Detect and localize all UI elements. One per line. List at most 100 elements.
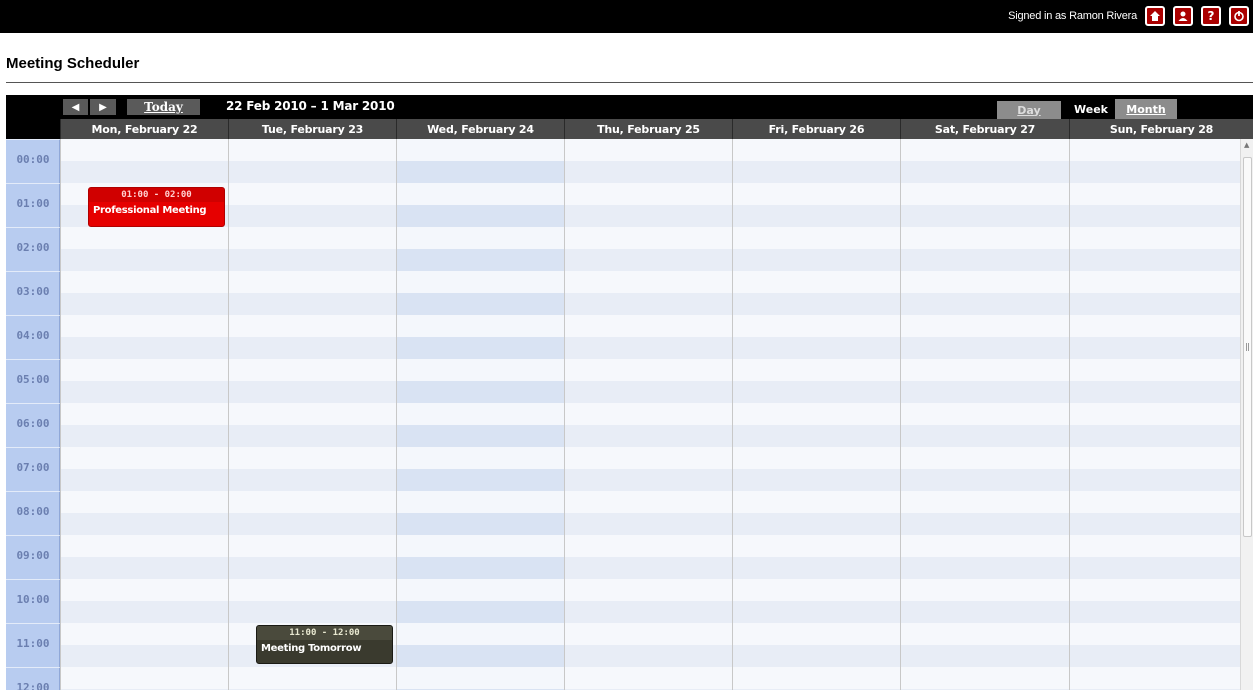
time-slot[interactable] [1070, 623, 1240, 645]
time-slot[interactable] [229, 403, 396, 425]
day-header-mon[interactable]: Mon, February 22 [60, 119, 228, 139]
time-slot[interactable] [733, 271, 900, 293]
time-slot[interactable] [397, 249, 564, 271]
time-slot[interactable] [565, 535, 732, 557]
day-column-wed[interactable] [396, 139, 564, 690]
time-slot[interactable] [397, 315, 564, 337]
time-slot[interactable] [229, 271, 396, 293]
time-slot[interactable] [61, 579, 228, 601]
time-slot[interactable] [61, 491, 228, 513]
time-slot[interactable] [901, 667, 1069, 689]
time-slot[interactable] [901, 535, 1069, 557]
vertical-scrollbar[interactable]: ▲ [1240, 139, 1253, 690]
time-slot[interactable] [1070, 557, 1240, 579]
day-header-sun[interactable]: Sun, February 28 [1069, 119, 1253, 139]
time-slot[interactable] [229, 183, 396, 205]
time-slot[interactable] [397, 557, 564, 579]
time-slot[interactable] [565, 271, 732, 293]
time-slot[interactable] [565, 139, 732, 161]
time-slot[interactable] [229, 337, 396, 359]
time-slot[interactable] [733, 183, 900, 205]
time-slot[interactable] [733, 513, 900, 535]
time-slot[interactable] [901, 337, 1069, 359]
time-slot[interactable] [229, 227, 396, 249]
time-slot[interactable] [229, 601, 396, 623]
time-slot[interactable] [229, 535, 396, 557]
time-slot[interactable] [733, 557, 900, 579]
day-column-thu[interactable] [564, 139, 732, 690]
time-slot[interactable] [397, 205, 564, 227]
day-column-tue[interactable] [228, 139, 396, 690]
time-slot[interactable] [229, 315, 396, 337]
time-slot[interactable] [229, 469, 396, 491]
time-slot[interactable] [61, 337, 228, 359]
user-icon[interactable] [1173, 6, 1193, 26]
time-slot[interactable] [1070, 469, 1240, 491]
time-slot[interactable] [1070, 161, 1240, 183]
time-slot[interactable] [61, 161, 228, 183]
time-slot[interactable] [397, 403, 564, 425]
time-slot[interactable] [1070, 381, 1240, 403]
time-slot[interactable] [1070, 491, 1240, 513]
time-slot[interactable] [565, 293, 732, 315]
time-slot[interactable] [733, 249, 900, 271]
time-slot[interactable] [61, 601, 228, 623]
time-slot[interactable] [565, 315, 732, 337]
time-slot[interactable] [61, 469, 228, 491]
time-slot[interactable] [397, 359, 564, 381]
time-slot[interactable] [397, 139, 564, 161]
time-slot[interactable] [61, 139, 228, 161]
time-slot[interactable] [565, 623, 732, 645]
time-slot[interactable] [901, 645, 1069, 667]
time-slot[interactable] [61, 359, 228, 381]
time-slot[interactable] [901, 271, 1069, 293]
time-slot[interactable] [733, 425, 900, 447]
time-slot[interactable] [229, 513, 396, 535]
time-slot[interactable] [733, 645, 900, 667]
time-slot[interactable] [901, 359, 1069, 381]
time-slot[interactable] [901, 425, 1069, 447]
time-slot[interactable] [61, 403, 228, 425]
time-slot[interactable] [565, 513, 732, 535]
time-slot[interactable] [1070, 183, 1240, 205]
event-meeting-tomorrow[interactable]: 11:00 - 12:00 Meeting Tomorrow [256, 625, 393, 664]
time-slot[interactable] [733, 601, 900, 623]
time-slot[interactable] [733, 667, 900, 689]
time-slot[interactable] [61, 293, 228, 315]
time-slot[interactable] [397, 513, 564, 535]
time-slot[interactable] [733, 579, 900, 601]
time-slot[interactable] [901, 293, 1069, 315]
time-slot[interactable] [229, 293, 396, 315]
time-slot[interactable] [1070, 249, 1240, 271]
time-slot[interactable] [565, 161, 732, 183]
day-header-sat[interactable]: Sat, February 27 [900, 119, 1069, 139]
time-slot[interactable] [229, 447, 396, 469]
time-slot[interactable] [733, 381, 900, 403]
time-slot[interactable] [1070, 205, 1240, 227]
time-slot[interactable] [1070, 535, 1240, 557]
time-slot[interactable] [61, 315, 228, 337]
time-slot[interactable] [229, 557, 396, 579]
time-slot[interactable] [61, 381, 228, 403]
time-slot[interactable] [1070, 227, 1240, 249]
time-slot[interactable] [733, 293, 900, 315]
time-slot[interactable] [61, 271, 228, 293]
time-slot[interactable] [1070, 293, 1240, 315]
time-slot[interactable] [397, 645, 564, 667]
time-slot[interactable] [397, 601, 564, 623]
time-slot[interactable] [1070, 337, 1240, 359]
time-slot[interactable] [901, 623, 1069, 645]
time-slot[interactable] [1070, 403, 1240, 425]
time-slot[interactable] [565, 403, 732, 425]
time-slot[interactable] [229, 425, 396, 447]
time-slot[interactable] [733, 535, 900, 557]
time-slot[interactable] [901, 403, 1069, 425]
time-slot[interactable] [61, 645, 228, 667]
time-slot[interactable] [229, 491, 396, 513]
day-header-thu[interactable]: Thu, February 25 [564, 119, 732, 139]
time-slot[interactable] [61, 425, 228, 447]
time-slot[interactable] [397, 667, 564, 689]
time-slot[interactable] [397, 491, 564, 513]
time-slot[interactable] [733, 359, 900, 381]
time-slot[interactable] [61, 623, 228, 645]
